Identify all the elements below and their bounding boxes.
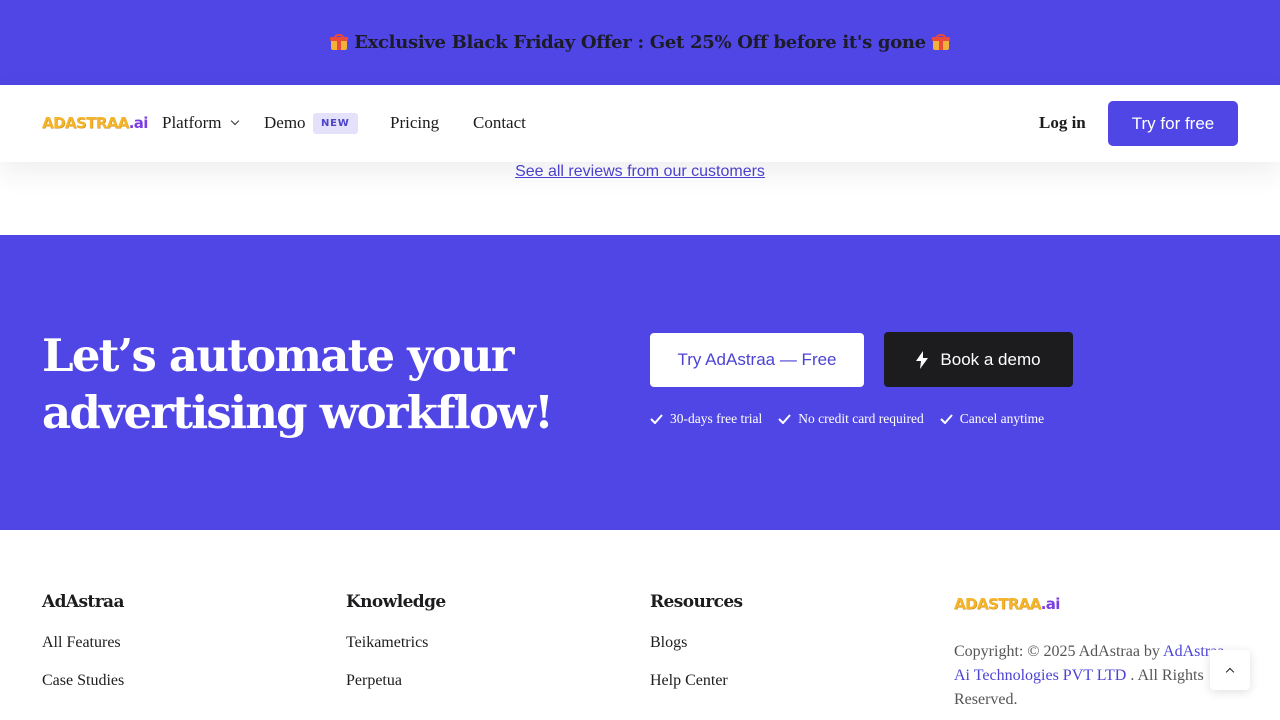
copyright-prefix: Copyright: © 2025 AdAstraa by — [954, 643, 1164, 660]
footer-link[interactable]: Help Center — [650, 672, 743, 690]
perk-item: Cancel anytime — [940, 411, 1044, 427]
nav-item-pricing[interactable]: Pricing — [390, 113, 439, 133]
footer-column-resources: Resources Blogs Help Center — [650, 592, 743, 710]
nav-item-label: Demo — [264, 113, 306, 132]
chevron-down-icon — [230, 116, 239, 126]
nav-item-label: Contact — [473, 113, 526, 132]
check-icon — [940, 414, 953, 424]
cta-heading: Let’s automate your advertising workflow… — [42, 329, 554, 439]
main-navigation: ADASTRAA .ai Platform Demo NEW Pricing Co… — [0, 85, 1280, 162]
see-all-reviews-link[interactable]: See all reviews from our customers — [515, 163, 765, 180]
try-adastraa-free-button[interactable]: Try AdAstraa — Free — [650, 333, 864, 387]
logo-suffix: .ai — [128, 114, 149, 132]
footer-logo[interactable]: ADASTRAA .ai — [954, 595, 1060, 613]
try-for-free-button[interactable]: Try for free — [1108, 101, 1238, 146]
logo-wordmark: ADASTRAA — [954, 595, 1041, 613]
check-icon — [778, 414, 791, 424]
perk-item: 30-days free trial — [650, 411, 762, 427]
logo-suffix: .ai — [1040, 595, 1061, 613]
promo-text: Exclusive Black Friday Offer : Get 25% O… — [354, 32, 926, 53]
footer-column-knowledge: Knowledge Teikametrics Perpetua — [346, 592, 446, 710]
lightning-icon — [916, 350, 929, 369]
footer-column-title: AdAstraa — [42, 592, 124, 612]
book-demo-label: Book a demo — [940, 349, 1041, 369]
footer-column-title: Resources — [650, 592, 743, 612]
footer: AdAstraa All Features Case Studies Knowl… — [0, 530, 1280, 720]
login-link[interactable]: Log in — [1039, 113, 1086, 133]
footer-link[interactable]: Blogs — [650, 634, 743, 652]
perks-list: 30-days free trial No credit card requir… — [650, 411, 1060, 427]
nav-item-contact[interactable]: Contact — [473, 113, 526, 133]
promo-banner: Exclusive Black Friday Offer : Get 25% O… — [0, 0, 1280, 85]
footer-link[interactable]: Teikametrics — [346, 634, 446, 652]
nav-item-label: Pricing — [390, 113, 440, 132]
nav-item-label: Platform — [162, 113, 222, 132]
book-demo-button[interactable]: Book a demo — [884, 332, 1073, 387]
gift-icon — [931, 34, 950, 50]
perk-label: 30-days free trial — [670, 411, 763, 426]
footer-link[interactable]: Perpetua — [346, 672, 446, 690]
footer-link[interactable]: Case Studies — [42, 672, 124, 690]
copyright-text: Copyright: © 2025 AdAstraa by AdAstraa A… — [954, 640, 1239, 712]
cta-section: Let’s automate your advertising workflow… — [0, 235, 1280, 530]
new-badge: NEW — [313, 113, 358, 134]
reviews-section: See all reviews from our customers — [0, 162, 1280, 180]
logo-wordmark: ADASTRAA — [42, 114, 129, 132]
chevron-up-icon — [1225, 667, 1235, 676]
logo[interactable]: ADASTRAA .ai — [42, 114, 148, 132]
check-icon — [650, 414, 663, 424]
gift-icon — [330, 34, 349, 50]
nav-item-demo[interactable]: Demo — [264, 113, 306, 133]
promo-text-wrapper: Exclusive Black Friday Offer : Get 25% O… — [324, 32, 956, 53]
perk-item: No credit card required — [778, 411, 924, 427]
perk-label: No credit card required — [798, 411, 924, 426]
perk-label: Cancel anytime — [959, 411, 1045, 426]
footer-link[interactable]: All Features — [42, 634, 124, 652]
nav-item-platform[interactable]: Platform — [162, 113, 239, 133]
scroll-to-top-button[interactable] — [1210, 650, 1250, 690]
footer-column-title: Knowledge — [346, 592, 446, 612]
footer-column-adastraa: AdAstraa All Features Case Studies — [42, 592, 124, 710]
